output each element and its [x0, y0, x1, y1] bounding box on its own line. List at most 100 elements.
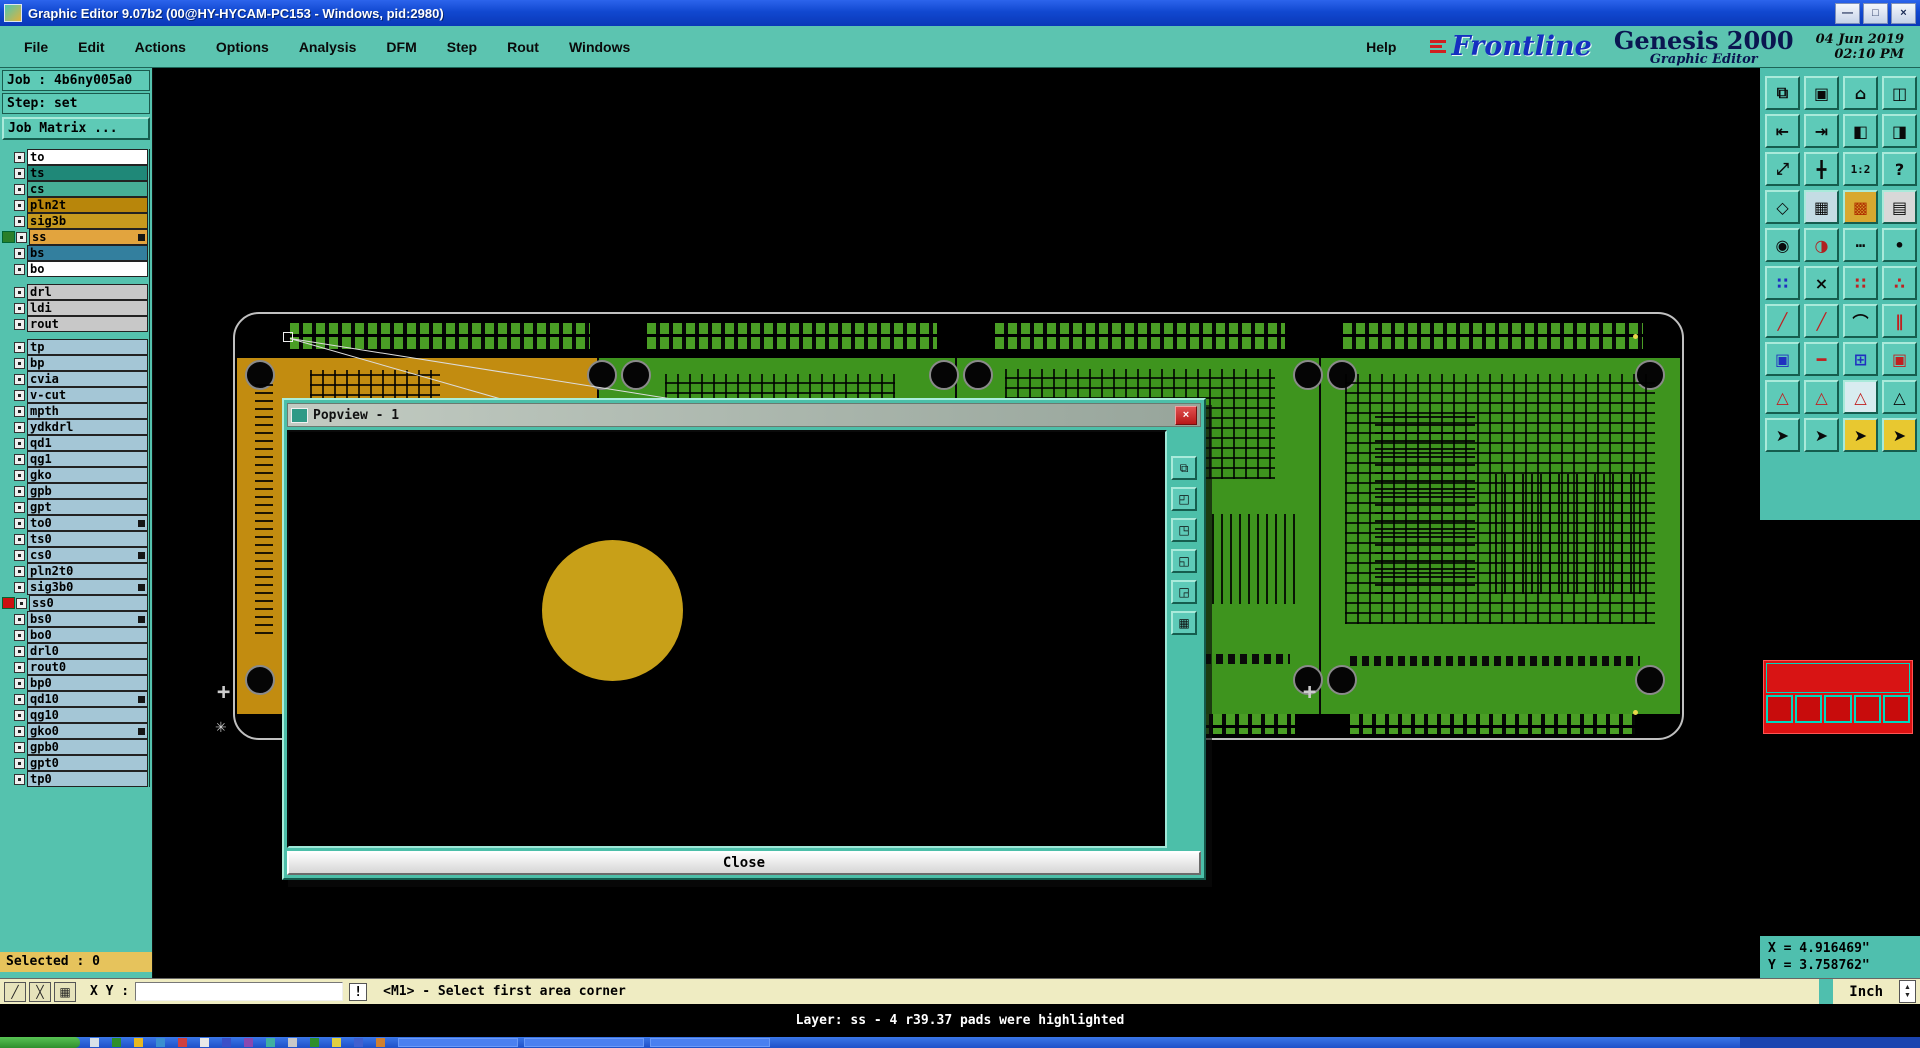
layer-name-qg1[interactable]: qg1: [27, 451, 148, 467]
layer-checkbox-ldi[interactable]: [14, 302, 25, 314]
layer-checkbox-cs0[interactable]: [14, 549, 25, 561]
tool-cluster-red[interactable]: ∷: [1843, 266, 1878, 300]
menu-item-rout[interactable]: Rout: [495, 35, 551, 59]
layer-name-ss0[interactable]: ss0: [29, 595, 148, 611]
layer-checkbox-cvia[interactable]: [14, 373, 25, 385]
tool-line-red-2[interactable]: ╱: [1804, 304, 1839, 338]
tool-measure[interactable]: ◇: [1765, 190, 1800, 224]
layer-name-sig3b0[interactable]: sig3b0: [27, 579, 148, 595]
layer-checkbox-pln2t0[interactable]: [14, 565, 25, 577]
alert-button[interactable]: !: [349, 982, 368, 1001]
tool-grid-toggle[interactable]: ▦: [1804, 190, 1839, 224]
menu-item-dfm[interactable]: DFM: [374, 35, 428, 59]
tool-cursor-2[interactable]: ➤: [1804, 418, 1839, 452]
tool-zoom-fit[interactable]: ⤢: [1765, 152, 1800, 186]
taskbar-icon-5[interactable]: [178, 1038, 187, 1047]
layer-name-v-cut[interactable]: v-cut: [27, 387, 148, 403]
menu-item-step[interactable]: Step: [435, 35, 489, 59]
layer-checkbox-rout[interactable]: [14, 318, 25, 330]
popview-tool-pan-br[interactable]: ◲: [1171, 580, 1197, 604]
tool-minus-red[interactable]: ━: [1804, 342, 1839, 376]
tool-vlines-red[interactable]: ∥: [1882, 304, 1917, 338]
minimap-cell-3[interactable]: [1824, 695, 1852, 723]
layer-name-pln2t[interactable]: pln2t: [27, 197, 148, 213]
tool-pad-round[interactable]: ◉: [1765, 228, 1800, 262]
layer-checkbox-bp[interactable]: [14, 357, 25, 369]
minimap-cell-1[interactable]: [1766, 695, 1794, 723]
layer-checkbox-v-cut[interactable]: [14, 389, 25, 401]
layer-name-qg10[interactable]: qg10: [27, 707, 148, 723]
layer-checkbox-gpb0[interactable]: [14, 741, 25, 753]
layer-name-drl0[interactable]: drl0: [27, 643, 148, 659]
layer-name-bs0[interactable]: bs0: [27, 611, 148, 627]
layer-checkbox-bs0[interactable]: [14, 613, 25, 625]
grid-icon[interactable]: ▦: [54, 981, 76, 1002]
taskbar-icon-8[interactable]: [244, 1038, 253, 1047]
layer-checkbox-ss0[interactable]: [16, 597, 27, 609]
taskbar-icon-14[interactable]: [376, 1038, 385, 1047]
popview-tool-pan-bl[interactable]: ◱: [1171, 549, 1197, 573]
tool-line-red[interactable]: ╱: [1765, 304, 1800, 338]
layer-checkbox-ss[interactable]: [16, 231, 27, 243]
minimap-cell-5[interactable]: [1882, 695, 1911, 723]
tool-pan-east[interactable]: ⇥: [1804, 114, 1839, 148]
minimap-cell-4[interactable]: [1853, 695, 1881, 723]
popview-close-icon[interactable]: ×: [1175, 405, 1197, 425]
tool-cursor-3[interactable]: ➤: [1843, 418, 1878, 452]
tool-view-left[interactable]: ◧: [1843, 114, 1878, 148]
layer-checkbox-to[interactable]: [14, 151, 25, 163]
layer-checkbox-bp0[interactable]: [14, 677, 25, 689]
layer-checkbox-gpt0[interactable]: [14, 757, 25, 769]
units-selector[interactable]: Inch: [1839, 984, 1893, 1000]
menu-item-analysis[interactable]: Analysis: [287, 35, 369, 59]
layer-checkbox-sig3b[interactable]: [14, 215, 25, 227]
layer-checkbox-drl0[interactable]: [14, 645, 25, 657]
sketch-icon[interactable]: ╱: [4, 981, 26, 1002]
units-scrollbar[interactable]: [1899, 980, 1916, 1003]
tool-highlight-grid[interactable]: ▩: [1843, 190, 1878, 224]
tool-tri-light[interactable]: △: [1843, 380, 1878, 414]
start-button[interactable]: [0, 1037, 80, 1048]
tool-new-window[interactable]: ⧉: [1765, 76, 1800, 110]
popview-title-bar[interactable]: Popview - 1 ×: [287, 403, 1201, 427]
layer-name-to0[interactable]: to0: [27, 515, 148, 531]
layer-checkbox-rout0[interactable]: [14, 661, 25, 673]
layer-name-bp[interactable]: bp: [27, 355, 148, 371]
layer-name-gko0[interactable]: gko0: [27, 723, 148, 739]
minimize-button[interactable]: —: [1835, 2, 1860, 24]
layer-name-tp0[interactable]: tp0: [27, 771, 148, 787]
layer-checkbox-gpt[interactable]: [14, 501, 25, 513]
layer-checkbox-gko0[interactable]: [14, 725, 25, 737]
layer-checkbox-qg10[interactable]: [14, 709, 25, 721]
layer-name-ydkdrl[interactable]: ydkdrl: [27, 419, 148, 435]
layer-name-gko[interactable]: gko: [27, 467, 148, 483]
tool-tile-windows[interactable]: ◫: [1882, 76, 1917, 110]
layer-checkbox-tp0[interactable]: [14, 773, 25, 785]
job-matrix-button[interactable]: Job Matrix ...: [2, 117, 150, 140]
tool-pad-line[interactable]: ┅: [1843, 228, 1878, 262]
tool-cluster-mixed[interactable]: ∴: [1882, 266, 1917, 300]
layer-checkbox-to0[interactable]: [14, 517, 25, 529]
taskbar-icon-13[interactable]: [354, 1038, 363, 1047]
popview-close-button[interactable]: Close: [287, 851, 1201, 875]
layer-checkbox-qd10[interactable]: [14, 693, 25, 705]
popview-tool-grid[interactable]: ▦: [1171, 611, 1197, 635]
layer-name-bo[interactable]: bo: [27, 261, 148, 277]
maximize-button[interactable]: □: [1863, 2, 1888, 24]
layer-checkbox-bs[interactable]: [14, 247, 25, 259]
tool-zoom-home[interactable]: ⌂: [1843, 76, 1878, 110]
popview-canvas[interactable]: [287, 430, 1167, 848]
snap-icon[interactable]: ╳: [29, 981, 51, 1002]
tool-tri-dark[interactable]: △: [1882, 380, 1917, 414]
tool-frame-red[interactable]: ▣: [1882, 342, 1917, 376]
taskbar-icon-2[interactable]: [112, 1038, 121, 1047]
xy-input[interactable]: [135, 982, 344, 1001]
tool-arc-tool[interactable]: ⌒: [1843, 304, 1878, 338]
tool-pad-thermal[interactable]: ◑: [1804, 228, 1839, 262]
tool-zoom-1-2[interactable]: 1:2: [1843, 152, 1878, 186]
overview-minimap[interactable]: [1763, 660, 1913, 734]
layer-name-ts0[interactable]: ts0: [27, 531, 148, 547]
taskbar-icon-7[interactable]: [222, 1038, 231, 1047]
layer-checkbox-ts0[interactable]: [14, 533, 25, 545]
layer-name-tp[interactable]: tp: [27, 339, 148, 355]
